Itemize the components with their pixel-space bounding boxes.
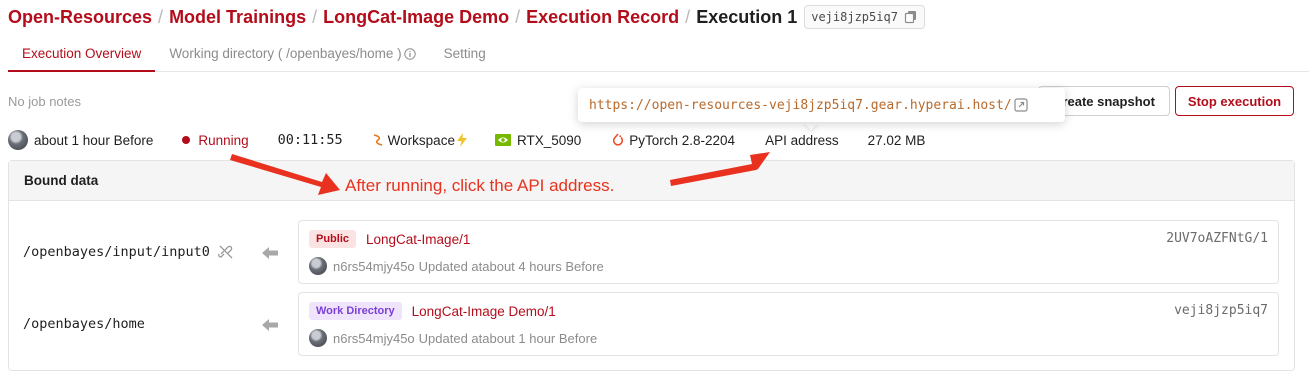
type-badge: Work Directory — [309, 302, 402, 320]
api-address-link[interactable]: API address — [765, 133, 839, 148]
dataset-card: Public LongCat-Image/1 2UV7oAZFNtG/1 n6r… — [298, 220, 1279, 284]
workdir-link[interactable]: LongCat-Image Demo/1 — [412, 304, 556, 319]
mount-path: /openbayes/input/input0 — [23, 244, 234, 260]
avatar[interactable] — [309, 329, 327, 347]
breadcrumb-separator: / — [685, 6, 691, 27]
pytorch-icon — [612, 133, 624, 147]
updated-time: Updated atabout 1 hour Before — [418, 330, 598, 346]
gpu-info: RTX_5090 — [494, 132, 582, 148]
panel-title: Bound data — [9, 161, 1294, 201]
workspace-info: Workspace — [371, 133, 468, 148]
breadcrumb-execution-record[interactable]: Execution Record — [526, 7, 679, 28]
workspace-label: Workspace — [387, 132, 455, 148]
card-header: Work Directory LongCat-Image Demo/1 — [309, 302, 556, 320]
stop-execution-button[interactable]: Stop execution — [1175, 86, 1294, 116]
unlink-icon[interactable] — [218, 244, 234, 260]
breadcrumb-project[interactable]: LongCat-Image Demo — [323, 7, 509, 28]
storage-size: 27.02 MB — [867, 132, 926, 148]
api-url[interactable]: https://open-resources-veji8jzp5iq7.gear… — [589, 98, 1012, 113]
workspace-icon — [371, 133, 385, 147]
status-label: Running — [198, 132, 249, 148]
breadcrumb-separator: / — [312, 6, 318, 27]
info-icon — [403, 48, 416, 60]
status-bar: about 1 hour Before Running 00:11:55 Wor… — [8, 128, 925, 152]
api-address-tooltip: https://open-resources-veji8jzp5iq7.gear… — [578, 88, 1065, 122]
card-header: Public LongCat-Image/1 — [309, 230, 470, 248]
avatar[interactable] — [8, 130, 28, 150]
framework-label: PyTorch 2.8-2204 — [629, 132, 736, 148]
gpu-label: RTX_5090 — [516, 132, 582, 148]
workdir-version-id: veji8jzp5iq7 — [1174, 303, 1268, 318]
tab-label: Working directory ( /openbayes/home ) — [169, 46, 402, 61]
mount-path: /openbayes/home — [23, 316, 145, 332]
mount-path-label: /openbayes/input/input0 — [23, 244, 210, 260]
arrow-left-icon — [261, 246, 279, 260]
breadcrumb-model-trainings[interactable]: Model Trainings — [169, 7, 306, 28]
framework-info: PyTorch 2.8-2204 — [612, 133, 735, 148]
binding-row: /openbayes/home Work Directory LongCat-I… — [9, 292, 1294, 356]
tab-bar: Execution Overview Working directory ( /… — [8, 40, 1309, 72]
running-dot-icon — [182, 136, 191, 144]
tab-setting[interactable]: Setting — [430, 40, 500, 72]
mount-path-label: /openbayes/home — [23, 316, 145, 332]
execution-id-chip: veji8jzp5iq7 — [804, 5, 925, 29]
owner-name: n6rs54mjy45o — [333, 258, 415, 274]
duration: 00:11:55 — [277, 132, 343, 148]
dataset-link[interactable]: LongCat-Image/1 — [366, 232, 470, 247]
card-meta: n6rs54mjy45o Updated atabout 4 hours Bef… — [309, 257, 604, 275]
tab-label: Execution Overview — [22, 46, 142, 61]
owner-name: n6rs54mjy45o — [333, 330, 415, 346]
updated-time: Updated atabout 4 hours Before — [418, 258, 604, 274]
visibility-badge: Public — [309, 230, 357, 248]
breadcrumb: Open-Resources / Model Trainings / LongC… — [8, 4, 925, 30]
breadcrumb-open-resources[interactable]: Open-Resources — [8, 7, 152, 28]
job-notes[interactable]: No job notes — [8, 94, 81, 109]
nvidia-icon — [494, 134, 511, 146]
open-external-icon[interactable] — [1014, 98, 1028, 112]
work-directory-card: Work Directory LongCat-Image Demo/1 veji… — [298, 292, 1279, 356]
binding-row: /openbayes/input/input0 Public LongCat-I… — [9, 220, 1294, 284]
avatar[interactable] — [309, 257, 327, 275]
time-ago: about 1 hour Before — [34, 132, 154, 148]
breadcrumb-separator: / — [515, 6, 521, 27]
page-title: Execution 1 — [696, 6, 798, 27]
annotation-text: After running, click the API address. — [345, 176, 615, 195]
dataset-version-id: 2UV7oAZFNtG/1 — [1166, 231, 1268, 246]
tab-working-directory[interactable]: Working directory ( /openbayes/home ) — [155, 40, 429, 72]
breadcrumb-separator: / — [158, 6, 164, 27]
card-meta: n6rs54mjy45o Updated atabout 1 hour Befo… — [309, 329, 597, 347]
execution-id: veji8jzp5iq7 — [811, 10, 898, 24]
creator: about 1 hour Before — [8, 130, 153, 150]
copy-icon[interactable] — [904, 10, 918, 24]
bound-data-panel: Bound data /openbayes/input/input0 Publi… — [8, 160, 1295, 371]
tab-execution-overview[interactable]: Execution Overview — [8, 40, 156, 72]
status-badge: Running — [182, 132, 249, 148]
lightning-icon — [456, 133, 468, 147]
tab-label: Setting — [443, 46, 486, 61]
arrow-left-icon — [261, 318, 279, 332]
